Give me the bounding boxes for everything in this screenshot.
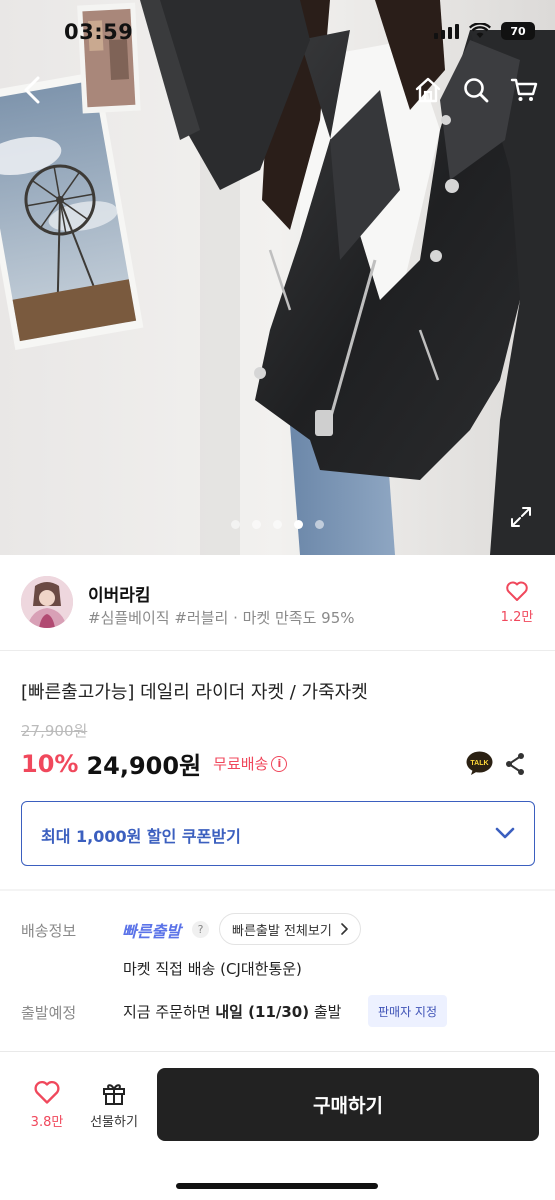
home-icon	[415, 77, 441, 103]
coupon-label: 최대 1,000원 할인 쿠폰받기	[41, 827, 241, 846]
avatar-image	[21, 576, 73, 628]
share-icon[interactable]	[504, 752, 526, 776]
gift-button[interactable]: 선물하기	[84, 1080, 144, 1130]
original-price: 27,900원	[21, 722, 88, 740]
seller-name[interactable]: 이버라킴	[88, 581, 151, 606]
fast-departure-tag: 빠른출발	[122, 922, 181, 941]
talk-icon-label: TALK	[470, 760, 488, 767]
seller-wish-button[interactable]: 1.2만	[499, 580, 535, 625]
heart-outline-icon	[506, 581, 528, 601]
header-actions	[411, 72, 541, 108]
home-indicator	[176, 1183, 378, 1189]
product-title: [빠른출고가능] 데일리 라이더 자켓 / 가죽자켓	[21, 682, 368, 703]
shipping-method: 마켓 직접 배송 (CJ대한통운)	[123, 960, 302, 978]
seller-section[interactable]: 이버라킴 #심플베이직 #러블리 · 마켓 만족도 95% 1.2만	[0, 555, 555, 650]
seller-avatar[interactable]	[21, 576, 73, 628]
chevron-left-icon	[24, 76, 40, 104]
coupon-button[interactable]: 최대 1,000원 할인 쿠폰받기	[21, 801, 535, 866]
sale-price: 24,900원	[86, 752, 202, 780]
back-button[interactable]	[14, 72, 50, 108]
wish-button[interactable]: 3.8만	[22, 1079, 72, 1130]
cart-icon	[510, 78, 538, 101]
product-header-nav	[0, 64, 555, 116]
status-icons: 70	[434, 22, 535, 40]
price-row: 10% 24,900원 무료배송 i	[21, 746, 288, 781]
section-divider	[0, 889, 555, 891]
gift-label: 선물하기	[90, 1115, 138, 1130]
seller-tags: #심플베이직 #러블리 · 마켓 만족도 95%	[88, 609, 355, 627]
carousel-dot[interactable]	[273, 520, 282, 529]
cellular-signal-icon	[434, 23, 459, 39]
departure-label: 출발예정	[21, 1004, 77, 1022]
buy-button[interactable]: 구매하기	[157, 1068, 539, 1141]
fast-departure-all-button[interactable]: 빠른출발 전체보기	[219, 913, 361, 945]
cart-button[interactable]	[507, 72, 541, 108]
shipping-info-label: 배송정보	[21, 922, 77, 940]
status-bar: 03:59 70	[0, 0, 555, 66]
carousel-dot[interactable]	[231, 520, 240, 529]
bottom-bar-divider	[0, 1051, 555, 1052]
departure-date: 내일 (11/30)	[215, 1003, 310, 1021]
discount-rate: 10%	[21, 749, 79, 778]
home-button[interactable]	[411, 72, 445, 108]
seller-wish-count: 1.2만	[500, 610, 534, 625]
departure-suffix: 출발	[309, 1003, 342, 1021]
divider	[0, 650, 555, 651]
chevron-down-icon	[495, 827, 515, 839]
expand-icon[interactable]	[509, 505, 533, 529]
search-icon	[464, 78, 489, 103]
status-time: 03:59	[64, 20, 134, 44]
carousel-indicator	[0, 520, 555, 529]
departure-prefix: 지금 주문하면	[123, 1003, 216, 1021]
product-image-carousel[interactable]: 03:59 70	[0, 0, 555, 555]
wifi-icon	[469, 23, 491, 38]
free-shipping-label[interactable]: 무료배송 i	[213, 753, 288, 774]
battery-indicator: 70	[501, 22, 535, 40]
carousel-dot[interactable]	[315, 520, 324, 529]
info-icon[interactable]: i	[271, 755, 288, 772]
kakao-talk-icon[interactable]: TALK	[466, 751, 493, 776]
wish-count: 3.8만	[30, 1115, 64, 1130]
search-button[interactable]	[459, 72, 493, 108]
chevron-right-icon	[341, 923, 348, 935]
carousel-dot[interactable]	[252, 520, 261, 529]
departure-info: 지금 주문하면 내일 (11/30) 출발	[123, 1001, 341, 1022]
free-shipping-text: 무료배송	[213, 755, 269, 773]
gift-icon	[103, 1084, 125, 1105]
fast-departure-all-label: 빠른출발 전체보기	[232, 923, 332, 939]
help-icon[interactable]: ?	[192, 921, 209, 938]
carousel-dot-active[interactable]	[294, 520, 303, 529]
heart-outline-icon	[34, 1080, 60, 1104]
seller-set-badge: 판매자 지정	[368, 995, 448, 1027]
